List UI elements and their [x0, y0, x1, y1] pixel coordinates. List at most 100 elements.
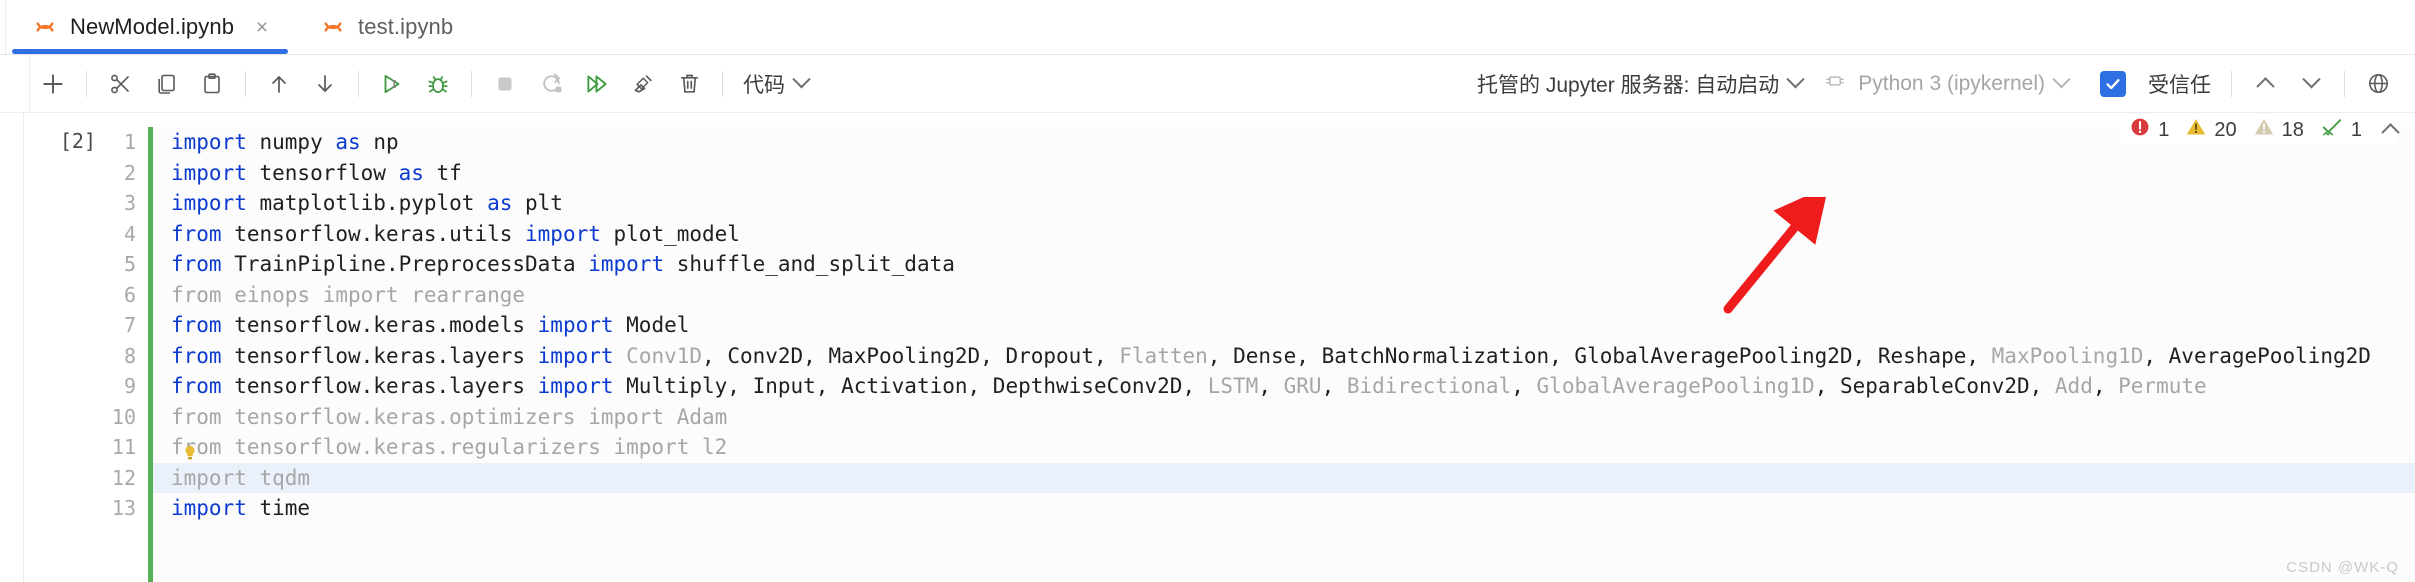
code-token: import [171, 160, 247, 185]
toolbar-left-rail [6, 55, 30, 112]
hint-check-icon [2320, 116, 2344, 144]
line-number: 12 [111, 465, 136, 490]
code-token: , [1321, 374, 1347, 398]
code-token: as [335, 130, 361, 154]
code-line[interactable]: import tensorflow as tf [171, 158, 2415, 189]
code-token: Conv1D [626, 343, 703, 368]
code-token: as [487, 191, 513, 215]
code-line[interactable]: from tensorflow.keras.utils import plot_… [171, 219, 2415, 250]
run-cell-button[interactable] [369, 61, 415, 107]
execution-count-label: [2] [59, 129, 96, 153]
code-token: matplotlib.pyplot [246, 191, 488, 215]
add-cell-button[interactable] [30, 61, 76, 107]
chevron-down-icon [1786, 70, 1805, 89]
trusted-toggle[interactable]: 受信任 [2078, 69, 2221, 99]
code-line[interactable]: import tqdm [153, 462, 2415, 493]
outline-collapse-up-button[interactable] [2242, 61, 2288, 107]
interrupt-kernel-button[interactable] [482, 61, 528, 107]
toolbar-separator [2231, 70, 2232, 97]
code-line[interactable]: from tensorflow.keras.regularizers impor… [171, 432, 2415, 463]
code-token: LSTM [1207, 374, 1259, 398]
code-line[interactable]: from TrainPipline.PreprocessData import … [171, 249, 2415, 280]
code-token: import [537, 374, 614, 398]
jupyter-server-selector[interactable]: 托管的 Jupyter 服务器: 自动启动 [1467, 69, 1812, 99]
chevron-down-icon [2052, 70, 2071, 89]
code-token: time [246, 496, 311, 520]
cell-type-label: 代码 [743, 73, 785, 97]
jupyter-notebook-icon [34, 16, 56, 38]
code-token: from [171, 221, 222, 246]
code-token: GRU [1283, 374, 1322, 398]
code-token: Bidirectional [1346, 374, 1512, 398]
lightbulb-icon[interactable] [183, 439, 197, 460]
kernel-selector[interactable]: Python 3 (ipykernel) [1812, 70, 2078, 97]
move-cell-up-button[interactable] [256, 61, 302, 107]
code-token: , Conv2D, MaxPooling2D, Dropout, [702, 343, 1120, 368]
close-icon[interactable]: × [252, 17, 272, 38]
toolbar-separator [358, 70, 359, 97]
tab-test-ipynb[interactable]: test.ipynb [294, 0, 476, 54]
checkbox-checked-icon[interactable] [2100, 70, 2126, 97]
code-token: tensorflow.keras.utils [221, 221, 526, 246]
move-cell-down-button[interactable] [302, 61, 348, 107]
run-all-cells-button[interactable] [574, 61, 620, 107]
code-token: , [2092, 374, 2119, 398]
watermark-label: CSDN @WK-Q [2286, 559, 2399, 576]
delete-cell-button[interactable] [666, 61, 712, 107]
code-token: tensorflow.keras.models [221, 313, 538, 337]
notebook-code-cell[interactable]: [2] 1 2 3 4 5 6 7 8 9 10 11 12 13 import numpy as np… [24, 113, 2415, 582]
code-token: import [171, 130, 247, 154]
toolbar-right-group: 托管的 Jupyter 服务器: 自动启动 Python 3 (ipykerne… [1467, 61, 2401, 107]
code-token: , [1258, 374, 1284, 398]
editor-tab-bar: NewModel.ipynb × test.ipynb [0, 0, 2415, 55]
code-token: plt [512, 191, 563, 215]
code-line[interactable]: from einops import rearrange [171, 280, 2415, 311]
code-token: tf [423, 160, 462, 185]
notebook-body: [2] 1 2 3 4 5 6 7 8 9 10 11 12 13 import numpy as np… [0, 113, 2415, 582]
collapse-badges-chevron-icon[interactable] [2381, 119, 2400, 142]
code-line[interactable]: import numpy as np [171, 127, 2415, 158]
line-number-gutter: 1 2 3 4 5 6 7 8 9 10 11 12 13 [102, 127, 148, 582]
code-line[interactable]: import time [171, 493, 2415, 524]
tab-label: test.ipynb [358, 14, 454, 39]
code-token: Flatten [1119, 343, 1208, 368]
jupyter-server-label: 托管的 Jupyter 服务器: 自动启动 [1477, 73, 1780, 97]
code-token: tensorflow.keras.layers [221, 374, 538, 398]
clear-outputs-button[interactable] [620, 61, 666, 107]
code-token: import tqdm [171, 465, 311, 490]
code-line[interactable]: from tensorflow.keras.models import Mode… [171, 310, 2415, 341]
debug-cell-button[interactable] [415, 61, 461, 107]
code-editor[interactable]: 1 2 3 4 5 6 7 8 9 10 11 12 13 import numpy as np impo… [102, 127, 2415, 582]
code-lines[interactable]: import numpy as np import tensorflow as t… [153, 127, 2415, 524]
code-token: from [171, 374, 222, 398]
outline-expand-down-button[interactable] [2288, 61, 2334, 107]
line-number: 2 [123, 160, 136, 185]
kernel-label: Python 3 (ipykernel) [1858, 71, 2045, 95]
code-token: Multiply, Input, Activation, DepthwiseCo… [613, 374, 1208, 398]
code-content-wrapper[interactable]: import numpy as np import tensorflow as t… [148, 127, 2415, 582]
tab-newmodel-ipynb[interactable]: NewModel.ipynb × [6, 0, 295, 54]
copy-cell-button[interactable] [143, 61, 189, 107]
warning-count: 20 [2214, 118, 2237, 141]
error-icon [2129, 116, 2151, 144]
more-actions-globe-button[interactable] [2355, 61, 2401, 107]
code-line[interactable]: from tensorflow.keras.layers import Mult… [171, 371, 2415, 402]
code-token: Model [613, 313, 690, 337]
restart-kernel-button[interactable] [528, 61, 574, 107]
line-number: 11 [111, 435, 136, 459]
code-line[interactable]: from tensorflow.keras.optimizers import … [171, 402, 2415, 433]
hint-count: 1 [2350, 118, 2362, 141]
code-token: import [171, 191, 247, 215]
code-line[interactable]: import matplotlib.pyplot as plt [171, 188, 2415, 219]
line-number: 7 [123, 313, 136, 337]
code-token: plot_model [600, 221, 740, 246]
cell-type-dropdown[interactable]: 代码 [733, 69, 818, 99]
code-token: import [537, 343, 614, 368]
paste-cell-button[interactable] [189, 61, 235, 107]
cut-cell-button[interactable] [97, 61, 143, 107]
code-token: from tensorflow.keras.optimizers import … [171, 404, 728, 429]
code-line[interactable]: from tensorflow.keras.layers import Conv… [171, 341, 2415, 372]
code-token: , AveragePooling2D [2143, 343, 2371, 368]
code-token: tensorflow.keras.layers [221, 343, 538, 368]
code-token: as [398, 160, 424, 185]
